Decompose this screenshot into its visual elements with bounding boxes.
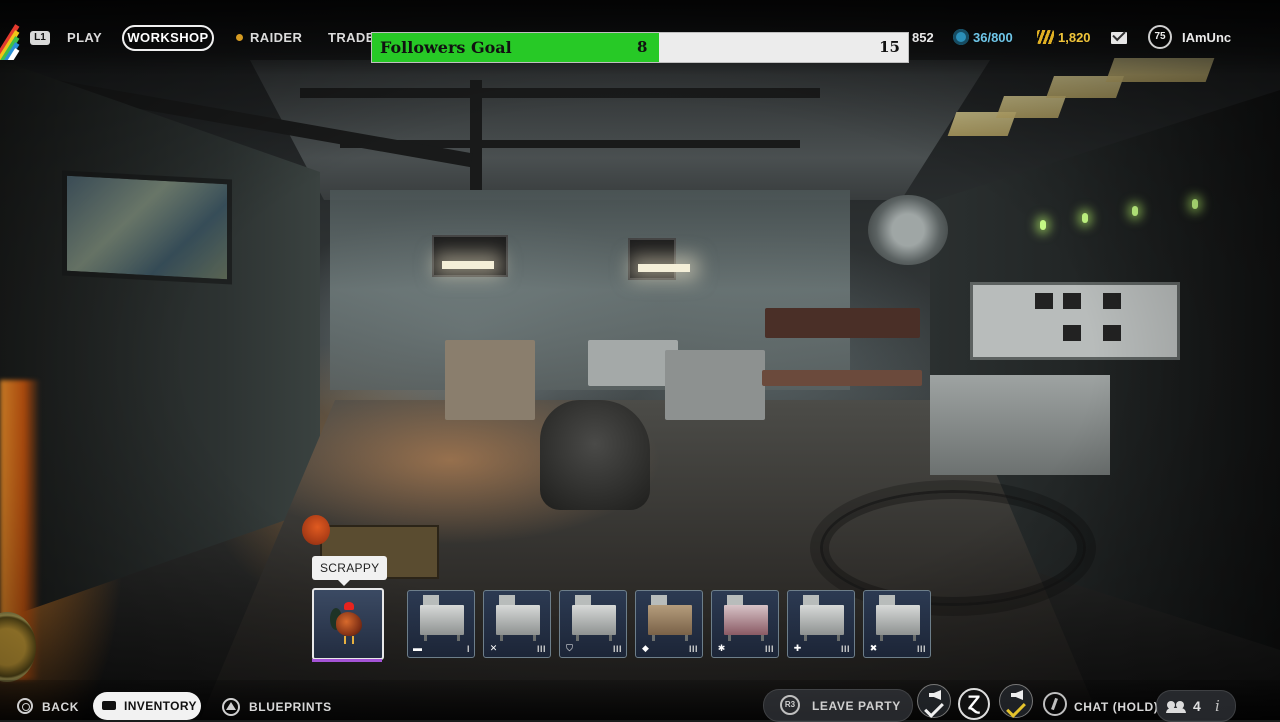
rooster-comb — [344, 602, 354, 610]
nav-play[interactable]: PLAY — [67, 28, 102, 48]
rooster-body — [336, 612, 362, 636]
slot-tier: III — [916, 644, 926, 654]
hotbar-slot[interactable]: ✚ III — [787, 590, 855, 658]
slot-tier: III — [764, 644, 774, 654]
chat-hold-button[interactable]: CHAT (HOLD) — [1074, 698, 1158, 716]
credits-icon — [1037, 30, 1054, 44]
credits-value: 1,820 — [1058, 30, 1091, 45]
slot-tier: III — [612, 644, 622, 654]
game-emblem-icon[interactable]: Ɀ — [958, 688, 990, 720]
crossed-tools-icon: ✕ — [489, 643, 498, 653]
nav-workshop[interactable]: WORKSHOP — [122, 25, 214, 51]
workbench-icon — [800, 595, 844, 641]
rank-chevron-icon — [924, 698, 944, 718]
workbench-icon — [572, 595, 616, 641]
mail-icon[interactable] — [1111, 32, 1127, 44]
chat-stick-icon — [1043, 692, 1067, 716]
hotbar-slot[interactable] — [312, 588, 384, 662]
voice-chat-member-icon[interactable] — [917, 684, 951, 718]
rank-chevron-icon — [1006, 698, 1026, 718]
partial-currency-value: 852 — [912, 30, 934, 45]
followers-goal-current: 8 — [637, 38, 648, 56]
workbench-icon — [420, 595, 464, 641]
nav-trade[interactable]: TRADE — [328, 28, 375, 48]
followers-goal-target: 15 — [879, 38, 900, 56]
stash-icon — [953, 29, 969, 45]
workbench-icon — [724, 595, 768, 641]
stash-capacity-value: 36/800 — [973, 30, 1013, 45]
game-logo-stripes — [0, 14, 30, 60]
workbench-icon — [648, 595, 692, 641]
blueprints-button[interactable]: BLUEPRINTS — [249, 698, 332, 716]
nav-raider[interactable]: RAIDER — [236, 28, 302, 48]
followers-goal-bar: Followers Goal 8 15 — [371, 32, 909, 63]
slot-tier: I — [466, 644, 470, 654]
refine-icon: ✖ — [869, 643, 878, 653]
grenade-icon: ◆ — [642, 643, 649, 653]
people-icon — [1166, 701, 1187, 713]
medical-cross-icon: ✚ — [793, 643, 802, 653]
hotbar-slot[interactable]: ◆ III — [635, 590, 703, 658]
workbench-icon — [496, 595, 540, 641]
hotbar-slot[interactable]: ✖ III — [863, 590, 931, 658]
credits[interactable]: 1,820 — [1037, 28, 1091, 48]
slot-tier: III — [840, 644, 850, 654]
hotbar-slot[interactable]: ✕ III — [483, 590, 551, 658]
inventory-button[interactable]: INVENTORY — [93, 692, 201, 720]
slot-tier: III — [688, 644, 698, 654]
rooster-legs — [344, 636, 354, 644]
rooster-icon — [330, 600, 364, 644]
workbench-icon — [876, 595, 920, 641]
username[interactable]: IAmUnc — [1182, 28, 1231, 48]
raider-dot-icon — [236, 34, 243, 41]
selected-item-tooltip: SCRAPPY — [312, 556, 388, 586]
shield-icon: ⛉ — [566, 643, 573, 653]
party-members-button[interactable]: 4 i — [1156, 690, 1236, 722]
info-icon[interactable]: i — [1215, 696, 1220, 716]
stash-capacity[interactable]: 36/800 — [953, 28, 1013, 48]
nav-raider-label: RAIDER — [250, 30, 303, 45]
hotbar-slot[interactable]: ⛉ III — [559, 590, 627, 658]
gear-icon: ✱ — [717, 643, 726, 653]
leave-party-button[interactable]: R3 LEAVE PARTY — [763, 689, 913, 722]
circle-button-icon — [17, 698, 33, 714]
back-button[interactable]: BACK — [42, 698, 79, 716]
followers-goal-label: Followers Goal — [380, 38, 512, 57]
hotbar-slot[interactable]: ✱ III — [711, 590, 779, 658]
touchpad-icon — [102, 701, 116, 710]
bench-icon: ▬ — [413, 643, 422, 653]
player-level-badge: 75 — [1148, 25, 1172, 49]
voice-chat-member-icon[interactable] — [999, 684, 1033, 718]
inventory-label: INVENTORY — [124, 699, 197, 713]
slot-tier: III — [536, 644, 546, 654]
l1-button-icon: L1 — [30, 31, 50, 45]
hotbar-slot[interactable]: ▬ I — [407, 590, 475, 658]
party-count: 4 — [1193, 698, 1201, 714]
r3-button-icon: R3 — [780, 695, 800, 715]
triangle-button-icon — [222, 698, 240, 716]
leave-party-label: LEAVE PARTY — [812, 699, 901, 713]
